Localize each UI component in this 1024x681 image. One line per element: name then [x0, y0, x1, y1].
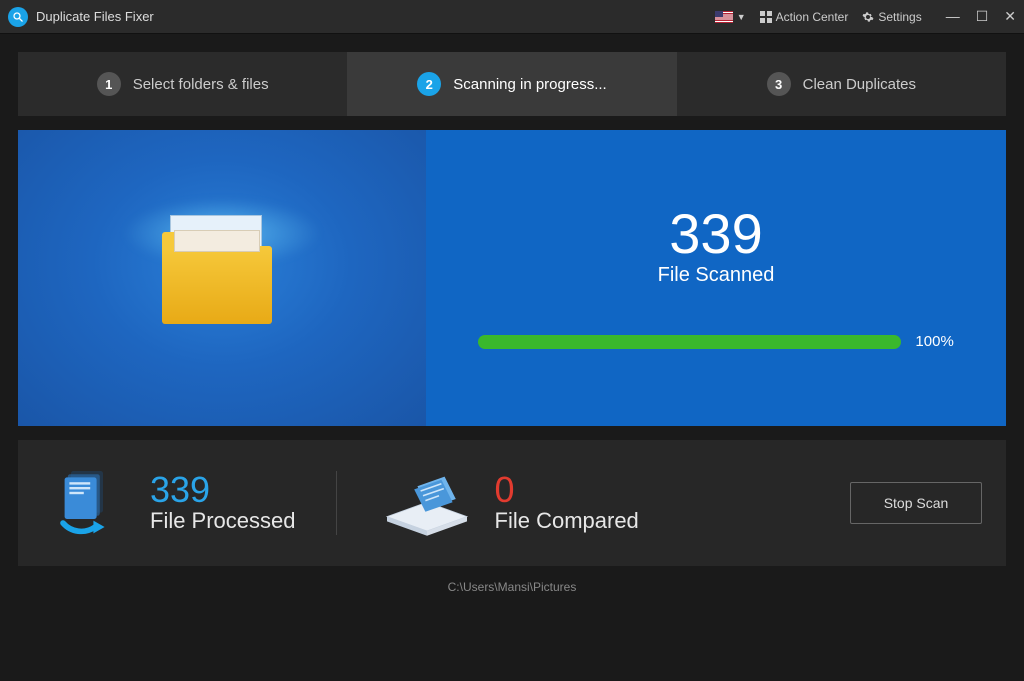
step-1-number: 1	[97, 72, 121, 96]
chevron-down-icon: ▼	[737, 12, 746, 22]
language-flag[interactable]: ▼	[715, 11, 746, 23]
grid-icon	[760, 11, 772, 23]
compared-icon	[377, 458, 477, 548]
files-scanned-label: File Scanned	[658, 264, 775, 287]
divider	[336, 471, 337, 535]
scan-status-panel: 339 File Scanned 100%	[426, 130, 1006, 426]
minimize-button[interactable]: —	[946, 8, 960, 25]
scan-illustration-panel	[18, 130, 426, 426]
step-2[interactable]: 2 Scanning in progress...	[347, 52, 676, 116]
folder-icon	[162, 228, 282, 328]
files-scanned-count: 339	[669, 206, 762, 262]
close-button[interactable]: ✕	[1004, 8, 1016, 25]
maximize-button[interactable]: ☐	[976, 8, 989, 25]
processed-label: File Processed	[150, 508, 296, 534]
scan-hero: 339 File Scanned 100%	[18, 130, 1006, 426]
step-3-label: Clean Duplicates	[803, 76, 916, 93]
gear-icon	[862, 11, 874, 23]
step-3-number: 3	[767, 72, 791, 96]
settings-button[interactable]: Settings	[862, 10, 921, 24]
action-center-button[interactable]: Action Center	[760, 10, 849, 24]
progress-row: 100%	[478, 333, 954, 350]
step-1-label: Select folders & files	[133, 76, 269, 93]
settings-label: Settings	[878, 10, 921, 24]
processed-icon	[42, 458, 132, 548]
stop-scan-button[interactable]: Stop Scan	[850, 482, 982, 524]
step-2-number: 2	[417, 72, 441, 96]
stats-panel: 339 File Processed 0 File Compared	[18, 440, 1006, 566]
progress-fill	[478, 335, 901, 349]
compared-label: File Compared	[495, 508, 639, 534]
titlebar: Duplicate Files Fixer ▼ Action Center Se…	[0, 0, 1024, 34]
progress-bar	[478, 335, 901, 349]
processed-count: 339	[150, 472, 296, 508]
app-logo	[8, 7, 28, 27]
current-scan-path: C:\Users\Mansi\Pictures	[18, 580, 1006, 594]
step-2-label: Scanning in progress...	[453, 76, 606, 93]
step-3[interactable]: 3 Clean Duplicates	[677, 52, 1006, 116]
progress-percent: 100%	[915, 333, 953, 350]
us-flag-icon	[715, 11, 733, 23]
processed-block: 339 File Processed	[150, 472, 296, 534]
step-1[interactable]: 1 Select folders & files	[18, 52, 347, 116]
app-title: Duplicate Files Fixer	[36, 9, 154, 24]
action-center-label: Action Center	[776, 10, 849, 24]
step-indicator: 1 Select folders & files 2 Scanning in p…	[18, 52, 1006, 116]
compared-block: 0 File Compared	[495, 472, 639, 534]
compared-count: 0	[495, 472, 639, 508]
